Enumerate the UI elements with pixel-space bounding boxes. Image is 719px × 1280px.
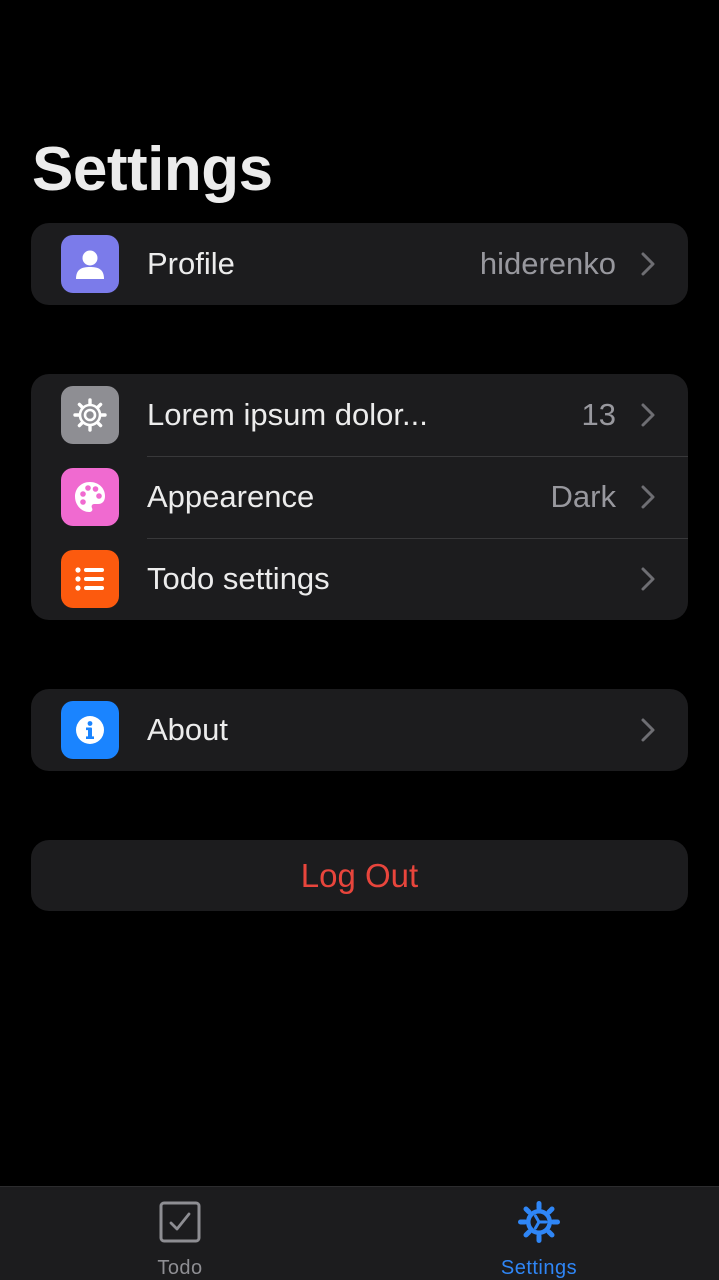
info-icon [61,701,119,759]
lorem-ipsum-count: 13 [581,397,616,432]
about-row[interactable]: About [31,689,688,771]
appearance-label: Appearence [147,479,315,514]
chevron-right-icon [641,718,655,742]
tab-todo-label: Todo [157,1257,203,1279]
lorem-ipsum-row[interactable]: Lorem ipsum dolor... 13 [31,374,688,456]
person-icon [61,235,119,293]
tab-settings-label: Settings [500,1257,578,1279]
logout-button[interactable]: Log Out [31,840,688,911]
profile-group: Profile hiderenko [31,223,688,305]
list-icon [61,550,119,608]
settings-screen: Settings Profile hiderenko Lorem ipsum d… [0,0,719,1280]
page-title: Settings [32,135,273,204]
profile-row[interactable]: Profile hiderenko [31,223,688,305]
gear-icon [518,1201,560,1243]
chevron-right-icon [641,252,655,276]
appearance-row[interactable]: Appearence Dark [31,456,688,538]
todo-settings-row[interactable]: Todo settings [31,538,688,620]
tab-todo[interactable]: Todo [0,1187,360,1280]
profile-label: Profile [147,246,235,281]
general-group: Lorem ipsum dolor... 13 Appearence Dark [31,374,688,620]
profile-username: hiderenko [479,246,616,281]
palette-icon [61,468,119,526]
lorem-ipsum-label: Lorem ipsum dolor... [147,397,428,432]
chevron-right-icon [641,567,655,591]
gear-icon [61,386,119,444]
chevron-right-icon [641,485,655,509]
chevron-right-icon [641,403,655,427]
appearance-value: Dark [550,479,616,514]
tab-settings[interactable]: Settings [359,1187,719,1280]
about-group: About [31,689,688,771]
checkbox-icon [159,1201,201,1243]
about-label: About [147,712,229,747]
tab-bar: Todo Settings [0,1186,719,1280]
todo-settings-label: Todo settings [147,561,330,596]
